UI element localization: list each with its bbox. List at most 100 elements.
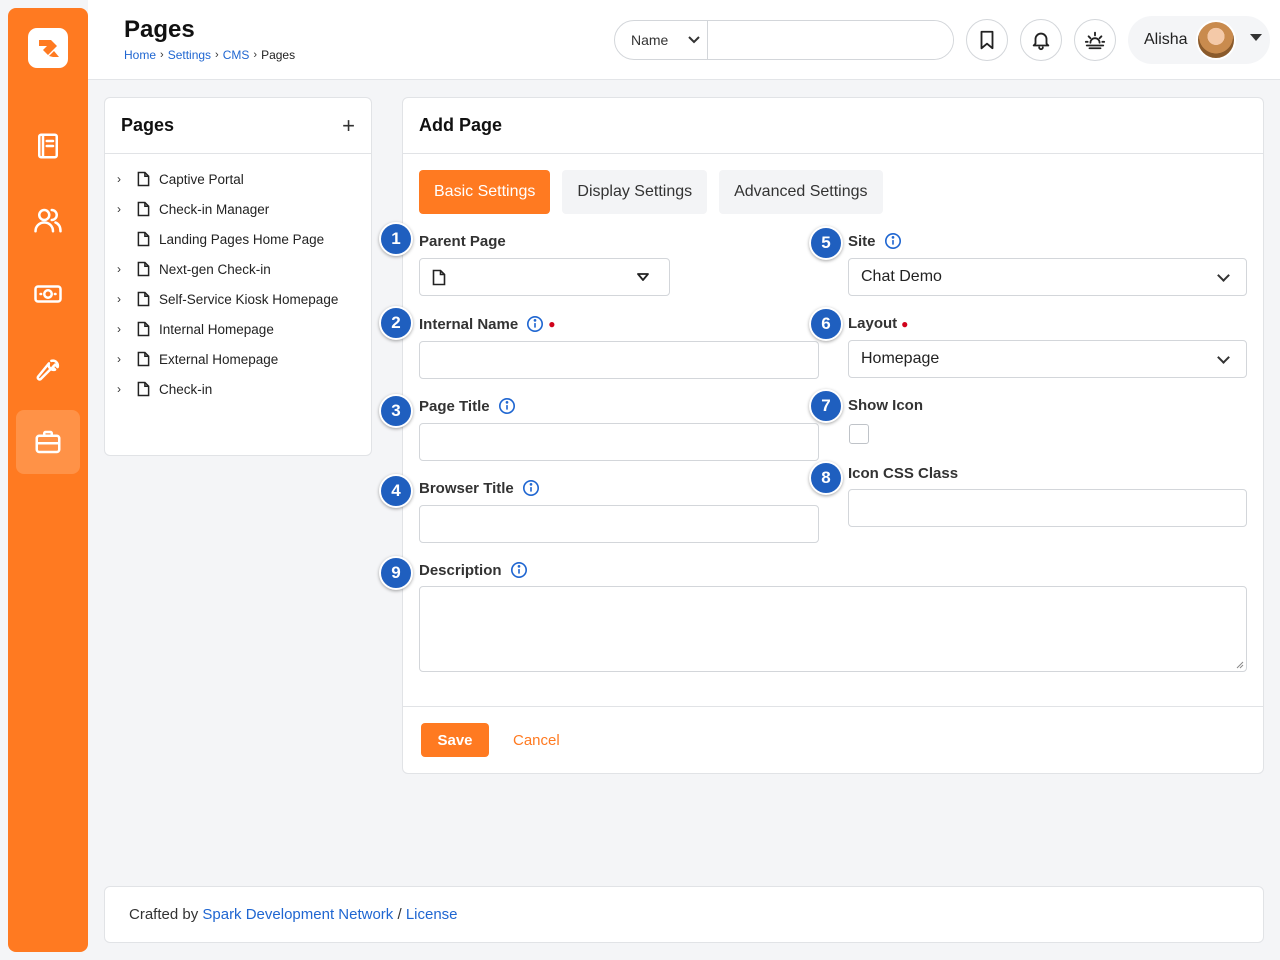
nav-item-people[interactable]: [16, 188, 80, 252]
rock-logo[interactable]: [28, 28, 68, 68]
page-icon: [137, 230, 157, 248]
layout-select[interactable]: Homepage: [848, 340, 1247, 378]
browser-title-label: Browser Title: [419, 479, 540, 497]
page-title: Pages: [124, 16, 195, 43]
add-page-button[interactable]: +: [342, 114, 355, 137]
callout-badge-5: 5: [809, 226, 843, 260]
page-icon: [137, 350, 157, 368]
cancel-button[interactable]: Cancel: [513, 732, 560, 749]
show-icon-label-text: Show Icon: [848, 397, 923, 414]
show-icon-label: Show Icon: [848, 397, 923, 414]
breadcrumb-home[interactable]: Home: [124, 48, 156, 62]
breadcrumb-separator: ›: [160, 49, 164, 61]
tree-item[interactable]: › Self-Service Kiosk Homepage: [105, 284, 371, 314]
people-icon: [34, 208, 62, 233]
required-indicator: ●: [901, 316, 909, 331]
nav-item-finance[interactable]: [16, 262, 80, 326]
site-label: Site: [848, 232, 902, 250]
briefcase-icon: [35, 430, 61, 454]
tree-item[interactable]: › Captive Portal: [105, 164, 371, 194]
tree-item[interactable]: › Internal Homepage: [105, 314, 371, 344]
callout-badge-1: 1: [379, 222, 413, 256]
chevron-right-icon[interactable]: ›: [117, 202, 137, 216]
breadcrumb-cms[interactable]: CMS: [223, 48, 250, 62]
page-tree-header: Pages +: [105, 98, 371, 154]
site-select[interactable]: Chat Demo: [848, 258, 1247, 296]
description-label-text: Description: [419, 561, 502, 579]
settings-tabs: Basic Settings Display Settings Advanced…: [419, 170, 883, 214]
tree-item[interactable]: › External Homepage: [105, 344, 371, 374]
add-page-title: Add Page: [419, 115, 503, 135]
layout-label: Layout ●: [848, 315, 908, 332]
save-button[interactable]: Save: [421, 723, 489, 757]
user-menu[interactable]: Alisha: [1128, 16, 1270, 64]
description-textarea[interactable]: [419, 586, 1247, 672]
tree-item-label: External Homepage: [159, 351, 279, 367]
chevron-right-icon[interactable]: ›: [117, 262, 137, 276]
parent-page-picker[interactable]: [419, 258, 670, 296]
breadcrumb-settings[interactable]: Settings: [168, 48, 211, 62]
site-label-text: Site: [848, 232, 876, 250]
search-filter-select[interactable]: Name: [615, 21, 708, 59]
tree-item[interactable]: Landing Pages Home Page: [105, 224, 371, 254]
nav-item-notebook[interactable]: [16, 114, 80, 178]
chevron-right-icon[interactable]: ›: [117, 352, 137, 366]
breadcrumb-separator: ›: [253, 49, 258, 61]
show-icon-checkbox[interactable]: [849, 424, 869, 444]
chevron-right-icon[interactable]: ›: [117, 292, 137, 306]
callout-badge-6: 6: [809, 307, 843, 341]
internal-name-label: Internal Name ●: [419, 315, 555, 333]
icon-css-class-input[interactable]: [848, 489, 1247, 527]
parent-page-label: Parent Page: [419, 233, 506, 250]
info-icon[interactable]: [498, 397, 516, 415]
breadcrumb: Home › Settings › CMS › Pages: [124, 48, 295, 62]
description-label: Description: [419, 561, 528, 579]
layout-selected-value: Homepage: [861, 350, 940, 367]
add-page-panel: Add Page Basic Settings Display Settings…: [379, 97, 1264, 774]
tab-basic-settings[interactable]: Basic Settings: [419, 170, 551, 214]
nav-item-admin[interactable]: [16, 410, 80, 474]
info-icon[interactable]: [522, 479, 540, 497]
tree-item[interactable]: › Next-gen Check-in: [105, 254, 371, 284]
callout-badge-9: 9: [379, 556, 413, 590]
info-icon[interactable]: [884, 232, 902, 250]
search-input[interactable]: [708, 21, 953, 59]
tab-advanced-settings[interactable]: Advanced Settings: [719, 170, 883, 214]
page-icon: [432, 269, 446, 285]
tab-display-settings[interactable]: Display Settings: [562, 170, 708, 214]
chevron-right-icon[interactable]: ›: [117, 382, 137, 396]
add-page-header: Add Page: [403, 98, 1263, 154]
breadcrumb-current: Pages: [261, 48, 296, 62]
user-name: Alisha: [1144, 31, 1188, 48]
chevron-right-icon[interactable]: ›: [117, 172, 137, 186]
theme-toggle-button[interactable]: [1074, 19, 1116, 61]
chevron-down-icon: [1217, 351, 1230, 364]
resize-handle-icon[interactable]: [1236, 661, 1244, 669]
chevron-right-icon[interactable]: ›: [117, 322, 137, 336]
footer-prefix: Crafted by: [129, 906, 199, 923]
bell-icon: [1032, 32, 1050, 51]
page-tree-panel: Pages + › Captive Portal › Check-in Manager…: [104, 97, 372, 456]
callout-badge-7: 7: [809, 389, 843, 423]
footer-license-link[interactable]: License: [406, 906, 458, 923]
page-icon: [137, 380, 157, 398]
tree-item[interactable]: › Check-in: [105, 374, 371, 404]
info-icon[interactable]: [526, 315, 544, 333]
site-selected-value: Chat Demo: [861, 268, 942, 285]
page-title-input[interactable]: [419, 423, 819, 461]
browser-title-input[interactable]: [419, 505, 819, 543]
page-icon: [137, 260, 157, 278]
footer-spark-link[interactable]: Spark Development Network: [202, 906, 393, 923]
bookmark-button[interactable]: [966, 19, 1008, 61]
callout-badge-8: 8: [809, 461, 843, 495]
nav-item-tools[interactable]: [16, 336, 80, 400]
info-icon[interactable]: [510, 561, 528, 579]
breadcrumb-separator: ›: [215, 49, 219, 61]
tree-item-label: Internal Homepage: [159, 321, 274, 337]
bookmark-icon: [980, 30, 994, 50]
page-tree: › Captive Portal › Check-in Manager Landing …: [105, 154, 371, 404]
internal-name-input[interactable]: [419, 341, 819, 379]
notifications-button[interactable]: [1020, 19, 1062, 61]
tree-item[interactable]: › Check-in Manager: [105, 194, 371, 224]
chevron-down-icon: [1217, 269, 1230, 282]
